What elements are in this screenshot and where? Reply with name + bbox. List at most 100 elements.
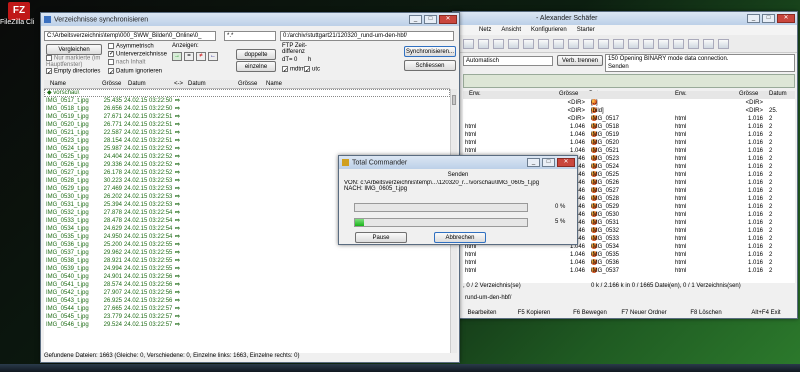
tc-toolbar-icon[interactable] bbox=[658, 39, 669, 49]
show-equal-icon[interactable]: = bbox=[184, 52, 194, 61]
show-different-icon[interactable]: ≠ bbox=[196, 52, 206, 61]
col-size-right[interactable]: Grösse bbox=[238, 81, 257, 87]
sync-file-row[interactable]: IMG_0517_t.jpg 25.435 24.02.15 03:22:50 ⇨ bbox=[44, 97, 450, 105]
copy-right-arrow-icon[interactable]: ⇨ bbox=[175, 201, 180, 209]
tc-left-hdr-size[interactable]: Grösse bbox=[559, 91, 578, 97]
copy-right-arrow-icon[interactable]: ⇨ bbox=[175, 153, 180, 161]
copy-right-arrow-icon[interactable]: ⇨ bbox=[175, 289, 180, 297]
left-path-input[interactable]: C:\Arbeitsverzeichnis\temp\000_SWW_Bilde… bbox=[44, 31, 216, 41]
copy-right-arrow-icon[interactable]: ⇨ bbox=[175, 177, 180, 185]
sync-file-row[interactable]: IMG_0538_t.jpg 28.921 24.02.15 03:22:55 ⇨ bbox=[44, 257, 450, 265]
close-icon[interactable]: ✕ bbox=[777, 14, 795, 23]
tc-menu-item[interactable]: Konfigurieren bbox=[531, 25, 567, 35]
copy-right-arrow-icon[interactable]: ⇨ bbox=[175, 297, 180, 305]
minimize-icon[interactable]: _ bbox=[527, 158, 540, 167]
folder-row[interactable]: ◆ vorschau\ bbox=[44, 89, 450, 97]
asym-checkbox[interactable]: Asymmetrisch bbox=[108, 43, 154, 50]
pause-button[interactable]: Pause bbox=[355, 232, 407, 243]
copy-right-arrow-icon[interactable]: ⇨ bbox=[175, 113, 180, 121]
filezilla-icon[interactable]: FZ bbox=[8, 2, 30, 20]
tc-right-row[interactable]: IMG_0526 html 1.016 2 bbox=[589, 179, 795, 187]
tc-fkey-button[interactable]: Alt+F4 Exit bbox=[739, 308, 793, 318]
tc-toolbar-icon[interactable] bbox=[688, 39, 699, 49]
tc-left-hdr-ext[interactable]: Erw. bbox=[469, 91, 481, 97]
only-marked-checkbox[interactable]: Nur markierte (im Hauptfenster) bbox=[46, 55, 106, 68]
subdirs-checkbox[interactable]: ✓ Unterverzeichnisse bbox=[108, 51, 167, 58]
sync-file-row[interactable]: IMG_0521_t.jpg 22.587 24.02.15 03:22:51 ⇨ bbox=[44, 129, 450, 137]
tc-right-row[interactable]: IMG_0536 html 1.016 2 bbox=[589, 259, 795, 267]
tc-toolbar-icon[interactable] bbox=[628, 39, 639, 49]
tc-right-row[interactable]: IMG_0531 html 1.016 2 bbox=[589, 219, 795, 227]
tc-right-row[interactable]: IMG_0532 html 1.016 2 bbox=[589, 227, 795, 235]
copy-right-arrow-icon[interactable]: ⇨ bbox=[175, 233, 180, 241]
utc-checkbox[interactable]: ✓ utc bbox=[304, 66, 320, 74]
empty-dirs-checkbox[interactable]: ✓ Empty directories bbox=[46, 68, 100, 76]
copy-right-arrow-icon[interactable]: ⇨ bbox=[175, 273, 180, 281]
sync-file-row[interactable]: IMG_0543_t.jpg 26.925 24.02.15 03:22:56 ⇨ bbox=[44, 297, 450, 305]
tc-right-row[interactable]: IMG_0520 html 1.016 2 bbox=[589, 139, 795, 147]
tc-right-hdr-size[interactable]: Grösse bbox=[739, 91, 758, 97]
col-size[interactable]: Grösse bbox=[102, 81, 121, 87]
tc-fkey-button[interactable]: F5 Kopieren bbox=[507, 308, 561, 318]
copy-right-arrow-icon[interactable]: ⇨ bbox=[175, 121, 180, 129]
tc-right-row[interactable]: IMG_0534 html 1.016 2 bbox=[589, 243, 795, 251]
maximize-icon[interactable]: □ bbox=[542, 158, 555, 167]
col-date[interactable]: Datum bbox=[128, 81, 146, 87]
copy-right-arrow-icon[interactable]: ⇨ bbox=[175, 321, 180, 329]
tc-right-row[interactable]: IMG_0517 html 1.016 2 bbox=[589, 115, 795, 123]
tc-right-row[interactable]: IMG_0518 html 1.016 2 bbox=[589, 123, 795, 131]
maximize-icon[interactable]: □ bbox=[762, 14, 775, 23]
tc-menu-item[interactable]: Ansicht bbox=[501, 25, 521, 35]
tc-toolbar-icon[interactable] bbox=[493, 39, 504, 49]
sync-file-row[interactable]: IMG_0545_t.jpg 23.779 24.02.15 03:22:57 ⇨ bbox=[44, 313, 450, 321]
tc-right-file-pane[interactable]: [..] <DIR> [bild] <DIR> 25. IMG_0517 html 1.016… bbox=[589, 99, 795, 283]
tc-toolbar-icon[interactable] bbox=[568, 39, 579, 49]
tc-left-path-bar[interactable]: rund-um-den-hbf/ bbox=[463, 294, 613, 304]
mdtm-checkbox[interactable]: ✓ mdtm bbox=[282, 66, 305, 74]
tc-toolbar-icon[interactable] bbox=[643, 39, 654, 49]
col-date-right[interactable]: Datum bbox=[188, 81, 206, 87]
sync-file-row[interactable]: IMG_0540_t.jpg 24.901 24.02.15 03:22:56 ⇨ bbox=[44, 273, 450, 281]
copy-right-arrow-icon[interactable]: ⇨ bbox=[175, 305, 180, 313]
tc-right-row[interactable]: IMG_0533 html 1.016 2 bbox=[589, 235, 795, 243]
tc-toolbar-icon[interactable] bbox=[478, 39, 489, 49]
copy-right-arrow-icon[interactable]: ⇨ bbox=[175, 185, 180, 193]
col-name-right[interactable]: Name bbox=[266, 81, 282, 87]
copy-right-arrow-icon[interactable]: ⇨ bbox=[175, 97, 180, 105]
copy-right-arrow-icon[interactable]: ⇨ bbox=[175, 225, 180, 233]
tc-fkey-button[interactable]: F6 Bewegen bbox=[563, 308, 617, 318]
tc-right-row[interactable]: IMG_0519 html 1.016 2 bbox=[589, 131, 795, 139]
copy-right-arrow-icon[interactable]: ⇨ bbox=[175, 105, 180, 113]
tc-right-row[interactable]: IMG_0524 html 1.016 2 bbox=[589, 163, 795, 171]
tc-left-drive-combo[interactable]: Automatisch bbox=[463, 56, 553, 66]
by-content-checkbox[interactable]: nach Inhalt bbox=[108, 59, 145, 66]
sync-file-row[interactable]: IMG_0544_t.jpg 27.665 24.02.15 03:22:57 ⇨ bbox=[44, 305, 450, 313]
tc-toolbar-icon[interactable] bbox=[673, 39, 684, 49]
minimize-icon[interactable]: _ bbox=[747, 14, 760, 23]
tc-right-row[interactable]: IMG_0523 html 1.016 2 bbox=[589, 155, 795, 163]
tc-toolbar-icon[interactable] bbox=[463, 39, 474, 49]
tc-right-row[interactable]: IMG_0537 html 1.016 2 bbox=[589, 267, 795, 275]
sync-file-row[interactable]: IMG_0524_t.jpg 25.987 24.02.15 03:22:52 ⇨ bbox=[44, 145, 450, 153]
tc-right-row[interactable]: IMG_0535 html 1.016 2 bbox=[589, 251, 795, 259]
sync-file-row[interactable]: IMG_0542_t.jpg 27.907 24.02.15 03:22:56 ⇨ bbox=[44, 289, 450, 297]
maximize-icon[interactable]: □ bbox=[424, 15, 437, 24]
show-left-newer-icon[interactable]: → bbox=[172, 52, 182, 61]
copy-right-arrow-icon[interactable]: ⇨ bbox=[175, 169, 180, 177]
copy-right-arrow-icon[interactable]: ⇨ bbox=[175, 265, 180, 273]
synchronize-button[interactable]: Synchronisieren... bbox=[404, 46, 456, 57]
tc-right-row[interactable]: IMG_0521 html 1.016 2 bbox=[589, 147, 795, 155]
right-path-input[interactable]: 0:/archiv/stuttgart21/120320_rund-um-den… bbox=[280, 31, 454, 41]
tc-fkey-button[interactable]: Bearbeiten bbox=[455, 308, 509, 318]
tc-toolbar-icon[interactable] bbox=[508, 39, 519, 49]
sync-file-row[interactable]: IMG_0523_t.jpg 28.154 24.02.15 03:22:51 ⇨ bbox=[44, 137, 450, 145]
show-right-newer-icon[interactable]: ← bbox=[208, 52, 218, 61]
tc-toolbar-icon[interactable] bbox=[613, 39, 624, 49]
tc-toolbar-icon[interactable] bbox=[523, 39, 534, 49]
sync-file-row[interactable]: IMG_0518_t.jpg 26.656 24.02.15 03:22:50 ⇨ bbox=[44, 105, 450, 113]
copy-right-arrow-icon[interactable]: ⇨ bbox=[175, 257, 180, 265]
left-mask-input[interactable]: *.* bbox=[224, 31, 276, 41]
tc-toolbar-icon[interactable] bbox=[538, 39, 549, 49]
tc-toolbar-icon[interactable] bbox=[598, 39, 609, 49]
copy-right-arrow-icon[interactable]: ⇨ bbox=[175, 137, 180, 145]
